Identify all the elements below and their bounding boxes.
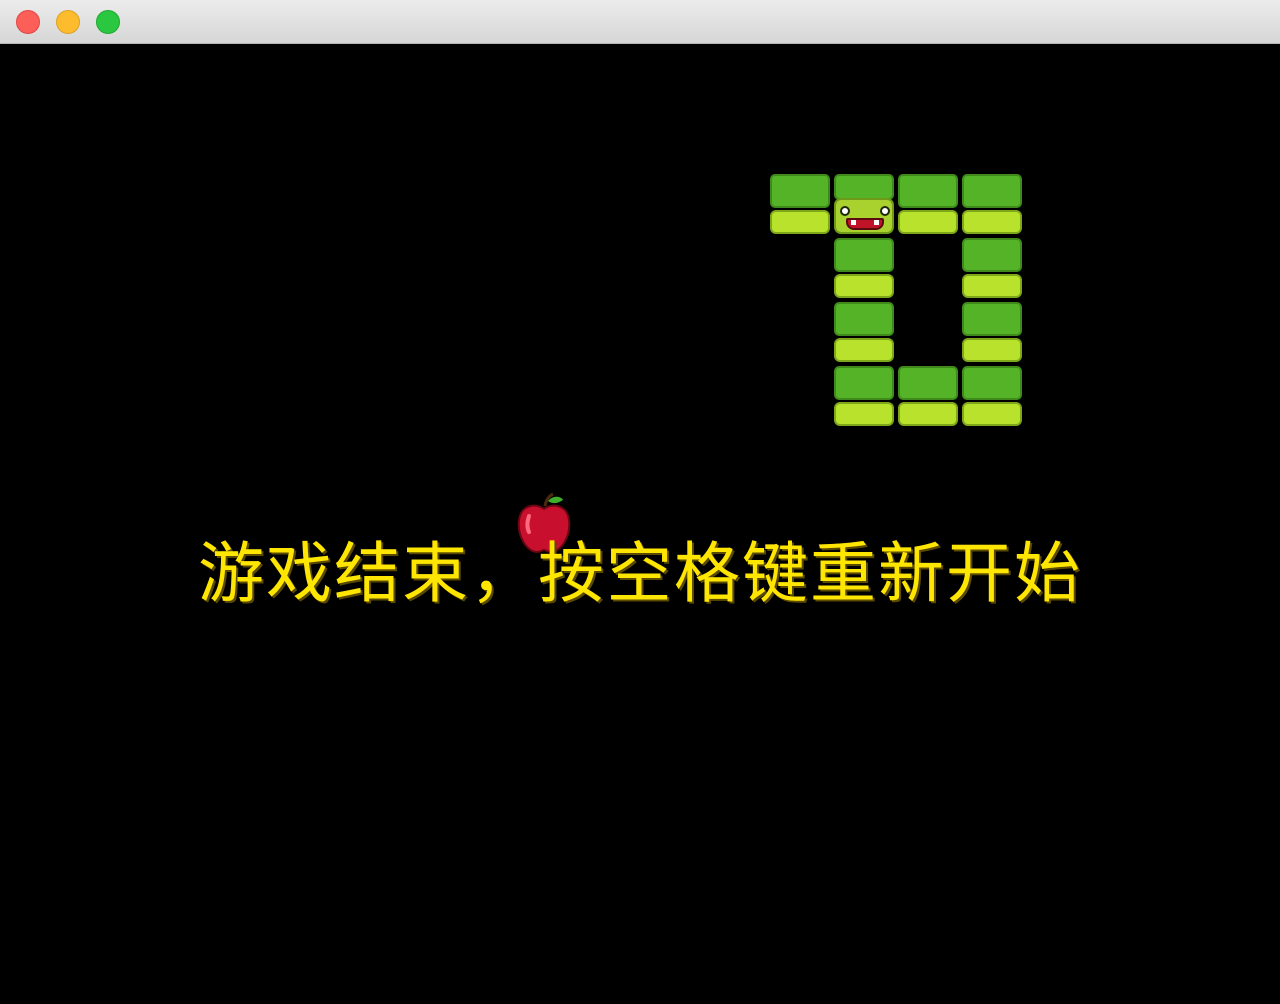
maximize-button[interactable] <box>96 10 120 34</box>
snake-segment <box>898 174 958 234</box>
title-bar <box>0 0 1280 44</box>
snake-segment <box>962 238 1022 298</box>
snake-segment <box>834 366 894 426</box>
snake-segment <box>834 238 894 298</box>
snake-segment <box>962 366 1022 426</box>
snake-head-icon <box>834 174 894 234</box>
game-window: 游戏结束，按空格键重新开始 <box>0 0 1280 1004</box>
game-canvas[interactable]: 游戏结束，按空格键重新开始 <box>0 44 1280 1004</box>
snake-segment <box>770 174 830 234</box>
minimize-button[interactable] <box>56 10 80 34</box>
snake-segment <box>834 302 894 362</box>
snake-segment <box>962 174 1022 234</box>
snake-segment <box>962 302 1022 362</box>
close-button[interactable] <box>16 10 40 34</box>
game-over-message: 游戏结束，按空格键重新开始 <box>198 535 1082 612</box>
snake-segment <box>898 366 958 426</box>
